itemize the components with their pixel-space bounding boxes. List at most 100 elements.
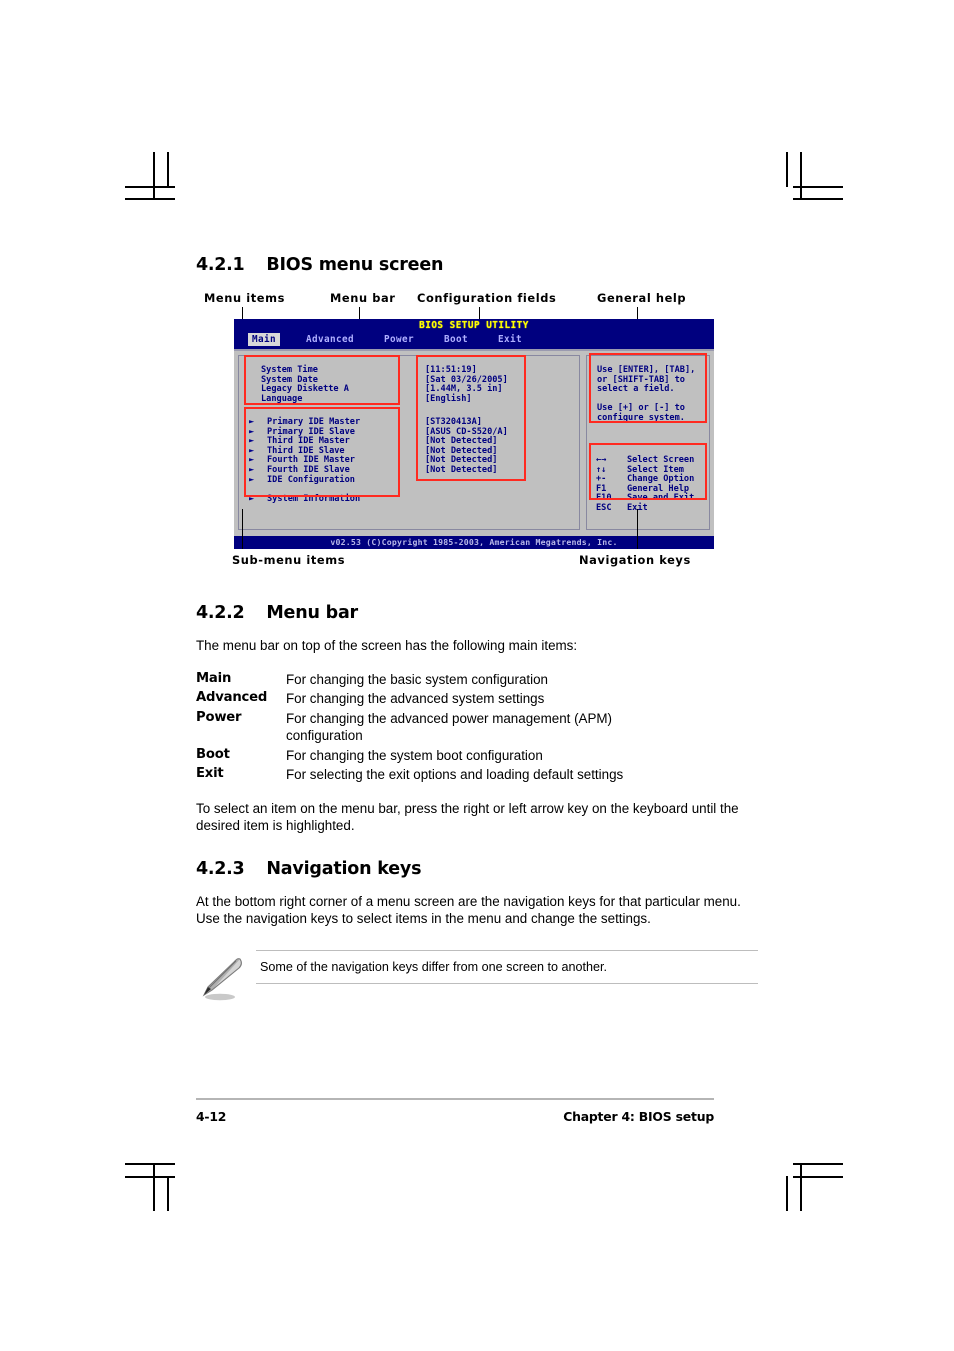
footer-divider [196, 1098, 714, 1100]
menu-value-2[interactable]: [1.44M, 3.5 in] [425, 384, 503, 394]
crop-mark-tl-h2 [125, 198, 175, 200]
submenu-item-0[interactable]: Primary IDE Master [267, 417, 360, 427]
page-footer: 4-12 Chapter 4: BIOS setup [196, 1098, 714, 1124]
bios-copyright-bar: v02.53 (C)Copyright 1985-2003, American … [234, 536, 714, 549]
navkey-action-0: Select Screen [627, 455, 695, 465]
note-callout: Some of the navigation keys differ from … [196, 949, 758, 1007]
menu-bar-intro: The menu bar on top of the screen has th… [196, 638, 578, 653]
callout-navigation-keys: Navigation keys [579, 553, 691, 567]
tab-spacer-4 [472, 333, 494, 346]
bios-tab-boot[interactable]: Boot [440, 333, 472, 346]
navigation-keys-paragraph: At the bottom right corner of a menu scr… [196, 893, 741, 927]
bios-config-values-list: [11:51:19] [Sat 03/26/2005] [1.44M, 3.5 … [425, 365, 508, 404]
crop-mark-bl-v2 [153, 1163, 155, 1211]
crop-mark-br-v2 [800, 1163, 802, 1211]
section-heading-421: 4.2.1 BIOS menu screen [196, 255, 758, 275]
bios-navkeys-actions: Select Screen Select Item Change Option … [627, 455, 695, 514]
navkey-key-3: F1 [596, 483, 607, 494]
bios-screenshot: BIOS SETUP UTILITY Main Advanced Power B… [234, 319, 714, 549]
page-content: 4.2.1 BIOS menu screen Menu items Menu b… [196, 255, 758, 1007]
bios-top-bar: BIOS SETUP UTILITY Main Advanced Power B… [234, 319, 714, 349]
submenu-item-6[interactable]: IDE Configuration [267, 475, 355, 485]
bios-menu-items-list: System Time System Date Legacy Diskette … [261, 365, 349, 404]
definition-desc-main: For changing the basic system configurat… [286, 671, 549, 687]
section-title-423: Navigation keys [266, 858, 422, 879]
crop-mark-br-v1 [786, 1176, 788, 1211]
crop-mark-tr-v2 [800, 152, 802, 200]
submenu-item-3[interactable]: Third IDE Slave [267, 446, 345, 456]
tab-spacer-3 [418, 333, 440, 346]
help-line-4: Use [+] or [-] to [597, 403, 685, 414]
callout-menu-items: Menu items [204, 291, 285, 305]
navkey-action-2: Change Option [627, 474, 695, 485]
bios-submenu-arrows: ► ► ► ► ► ► ► [249, 417, 255, 485]
navkey-key-4: F10 [596, 493, 612, 504]
bios-tab-main[interactable]: Main [248, 333, 280, 346]
submenu-value-5[interactable]: [Not Detected] [425, 465, 497, 475]
page-number: 4-12 [196, 1109, 227, 1124]
submenu-value-3[interactable]: [Not Detected] [425, 446, 497, 456]
bios-left-panel: System Time System Date Legacy Diskette … [238, 355, 580, 530]
bios-right-panel: Use [ENTER], [TAB], or [SHIFT-TAB] to se… [586, 355, 710, 530]
definition-desc-boot: For changing the system boot configurati… [286, 747, 543, 763]
definition-row-boot: Boot For changing the system boot config… [196, 747, 758, 765]
definition-term-power: Power [196, 709, 242, 725]
crop-mark-tr-v1 [786, 152, 788, 187]
tab-spacer-2 [358, 333, 380, 346]
definition-desc-exit: For selecting the exit options and loadi… [286, 767, 624, 782]
menu-item-2[interactable]: Legacy Diskette A [261, 384, 349, 394]
help-line-2: select a field. [597, 384, 675, 395]
bios-submenu-values-list: [ST320413A] [ASUS CD-S520/A] [Not Detect… [425, 417, 508, 476]
leader-sub-menu-items [242, 509, 243, 549]
submenu-item-4[interactable]: Fourth IDE Master [267, 455, 355, 466]
section-title-421: BIOS menu screen [266, 255, 444, 275]
navkey-key-5: ESC [596, 502, 612, 513]
bios-tab-exit[interactable]: Exit [494, 333, 526, 346]
pencil-icon [196, 950, 256, 1007]
crop-mark-tl-v1 [167, 152, 169, 187]
definition-term-main: Main [196, 670, 232, 686]
definition-row-power: Power For changing the advanced power ma… [196, 710, 758, 745]
bios-tab-power[interactable]: Power [380, 333, 418, 346]
chapter-label: Chapter 4: BIOS setup [563, 1109, 714, 1124]
note-text: Some of the navigation keys differ from … [256, 949, 758, 984]
footer-row: 4-12 Chapter 4: BIOS setup [196, 1109, 714, 1124]
submenu-value-0[interactable]: [ST320413A] [425, 417, 482, 427]
submenu-value-1[interactable]: [ASUS CD-S520/A] [425, 427, 508, 437]
navkey-action-4: Save and Exit [627, 493, 695, 504]
bios-sysinfo-arrow: ► [249, 494, 255, 504]
section-number-421: 4.2.1 [196, 255, 245, 275]
menu-value-0[interactable]: [11:51:19] [425, 365, 477, 375]
definition-row-main: Main For changing the basic system confi… [196, 671, 758, 689]
definition-row-advanced: Advanced For changing the advanced syste… [196, 690, 758, 708]
section-heading-422: 4.2.2 Menu bar [196, 603, 758, 623]
callout-menu-bar: Menu bar [330, 291, 396, 305]
submenu-value-2[interactable]: [Not Detected] [425, 436, 497, 446]
bios-utility-title: BIOS SETUP UTILITY [419, 320, 529, 331]
menu-item-0[interactable]: System Time [261, 365, 318, 375]
crop-mark-bl-h1 [125, 1163, 175, 1165]
section-number-423: 4.2.3 [196, 858, 245, 879]
navkey-key-2: +- [596, 474, 607, 485]
definition-row-exit: Exit For selecting the exit options and … [196, 766, 758, 784]
help-line-0: Use [ENTER], [TAB], [597, 365, 696, 375]
callout-sub-menu-items: Sub-menu items [232, 553, 346, 567]
definition-desc-power: For changing the advanced power manageme… [286, 710, 613, 744]
submenu-value-4[interactable]: [Not Detected] [425, 455, 497, 466]
bios-tab-advanced[interactable]: Advanced [302, 333, 358, 346]
tab-spacer-1 [280, 333, 302, 346]
submenu-item-5[interactable]: Fourth IDE Slave [267, 465, 350, 475]
bios-menu-bar: Main Advanced Power Boot Exit [248, 333, 526, 346]
menu-item-3[interactable]: Language [261, 394, 302, 404]
menu-value-3[interactable]: [English] [425, 394, 472, 404]
section-title-422: Menu bar [266, 603, 358, 623]
bios-system-information-item[interactable]: System Information [267, 494, 360, 505]
definition-term-advanced: Advanced [196, 690, 268, 705]
submenu-item-2[interactable]: Third IDE Master [267, 436, 350, 446]
crop-mark-bl-v1 [167, 1176, 169, 1211]
leader-navigation-keys [637, 509, 638, 549]
callout-general-help: General help [597, 291, 687, 305]
definition-term-exit: Exit [196, 766, 224, 781]
menu-bar-outro: To select an item on the menu bar, press… [196, 800, 739, 834]
bios-general-help-text: Use [ENTER], [TAB], or [SHIFT-TAB] to se… [597, 365, 696, 424]
